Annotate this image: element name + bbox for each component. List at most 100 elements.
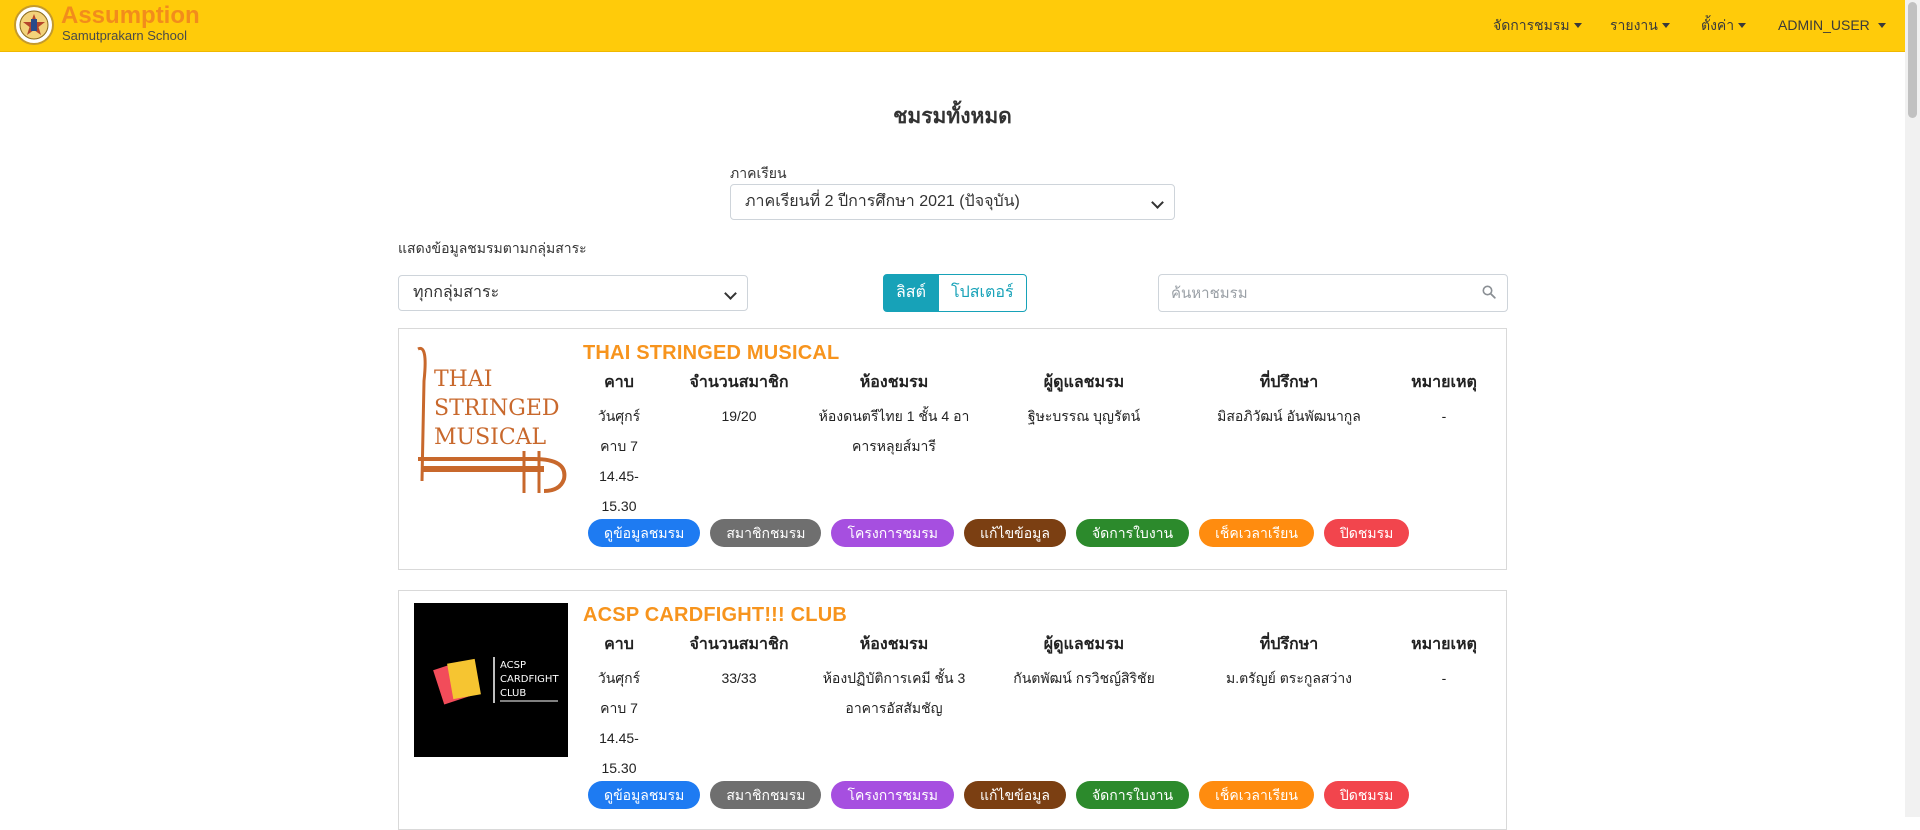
- check-attendance-button[interactable]: เช็คเวลาเรียน: [1199, 519, 1314, 547]
- club-logo-thai-stringed[interactable]: THAI STRINGED MUSICAL: [414, 341, 568, 495]
- club-action-buttons: ดูข้อมูลชมรม สมาชิกชมรม โครงการชมรม แก้ไ…: [588, 519, 1410, 547]
- semester-label: ภาคเรียน: [730, 165, 787, 181]
- period-time-start: 14.45-: [599, 730, 639, 746]
- period-slot: คาบ 7: [600, 438, 638, 454]
- col-room: ห้องชมรม ห้องดนตรีไทย 1 ชั้น 4 อา คารหลุ…: [809, 371, 979, 461]
- edit-club-button[interactable]: แก้ไขข้อมูล: [964, 519, 1066, 547]
- scrollbar-track[interactable]: [1905, 0, 1920, 817]
- members-value: 33/33: [721, 670, 757, 686]
- col-header-advisor: ที่ปรึกษา: [1259, 636, 1319, 653]
- nav-settings[interactable]: ตั้งค่า: [1701, 15, 1747, 35]
- top-navbar: Assumption Samutprakarn School จัดการชมร…: [0, 0, 1905, 52]
- nav-settings-label: ตั้งค่า: [1701, 17, 1735, 33]
- chevron-down-icon: [1573, 23, 1582, 28]
- col-advisor: ที่ปรึกษา ม.ตรัญย์ ตระกูลสว่าง: [1189, 633, 1389, 693]
- note-value: -: [1441, 408, 1447, 424]
- col-period: คาบ วันศุกร์ คาบ 7 14.45- 15.30: [584, 371, 654, 521]
- club-projects-button[interactable]: โครงการชมรม: [831, 519, 955, 547]
- group-filter-label: แสดงข้อมูลชมรมตามกลุ่มสาระ: [398, 240, 587, 256]
- col-header-note: หมายเหตุ: [1411, 374, 1477, 391]
- supervisor-value: กันตพัฒน์ กรวิชญ์สิริชัย: [1013, 670, 1155, 686]
- col-header-members: จำนวนสมาชิก: [689, 636, 789, 653]
- scrollbar-thumb[interactable]: [1908, 2, 1917, 118]
- col-note: หมายเหตุ -: [1399, 633, 1489, 693]
- view-poster-button[interactable]: โปสเตอร์: [938, 274, 1027, 312]
- page-title: ชมรมทั้งหมด: [893, 105, 1012, 128]
- col-header-advisor: ที่ปรึกษา: [1259, 374, 1319, 391]
- supervisor-value: ฐิษะบรรณ บุญรัตน์: [1027, 408, 1141, 424]
- col-supervisor: ผู้ดูแลชมรม กันตพัฒน์ กรวิชญ์สิริชัย: [989, 633, 1179, 693]
- note-value: -: [1441, 670, 1447, 686]
- nav-user-menu[interactable]: ADMIN_USER: [1778, 15, 1886, 35]
- nav-manage-club[interactable]: จัดการชมรม: [1493, 15, 1582, 35]
- period-value: วันศุกร์ คาบ 7 14.45- 15.30: [584, 663, 654, 783]
- chevron-down-icon: [1661, 23, 1670, 28]
- check-attendance-button[interactable]: เช็คเวลาเรียน: [1199, 781, 1314, 809]
- chevron-down-icon: [724, 287, 737, 300]
- close-club-button[interactable]: ปิดชมรม: [1323, 781, 1410, 809]
- school-logo-icon[interactable]: [14, 5, 54, 45]
- nav-reports[interactable]: รายงาน: [1610, 15, 1670, 35]
- view-club-button[interactable]: ดูข้อมูลชมรม: [588, 519, 701, 547]
- chevron-down-icon: [1738, 23, 1747, 28]
- period-time-start: 14.45-: [599, 468, 639, 484]
- club-logo-cardfight[interactable]: ACSP CARDFIGHT CLUB: [414, 603, 568, 757]
- period-day: วันศุกร์: [597, 670, 641, 686]
- club-members-button[interactable]: สมาชิกชมรม: [710, 781, 822, 809]
- col-period: คาบ วันศุกร์ คาบ 7 14.45- 15.30: [584, 633, 654, 783]
- col-members: จำนวนสมาชิก 19/20: [674, 371, 804, 431]
- search-icon[interactable]: [1482, 285, 1496, 299]
- club-members-button[interactable]: สมาชิกชมรม: [710, 519, 822, 547]
- col-advisor: ที่ปรึกษา มิสอภิวัฒน์ อันพัฒนากูล: [1189, 371, 1389, 431]
- period-value: วันศุกร์ คาบ 7 14.45- 15.30: [584, 401, 654, 521]
- club-logo-text: CLUB: [500, 688, 526, 699]
- club-name[interactable]: ACSP CARDFIGHT!!! CLUB: [583, 604, 847, 627]
- col-header-period: คาบ: [604, 636, 634, 653]
- room-value: ห้องดนตรีไทย 1 ชั้น 4 อา คารหลุยส์มารี: [809, 401, 979, 461]
- col-note: หมายเหตุ -: [1399, 371, 1489, 431]
- edit-club-button[interactable]: แก้ไขข้อมูล: [964, 781, 1066, 809]
- room-line: ห้องปฏิบัติการเคมี ชั้น 3: [822, 670, 966, 686]
- view-list-button[interactable]: ลิสต์: [883, 274, 939, 312]
- club-card: ACSP CARDFIGHT CLUB ACSP CARDFIGHT!!! CL…: [398, 590, 1507, 830]
- col-header-room: ห้องชมรม: [859, 636, 929, 653]
- close-club-button[interactable]: ปิดชมรม: [1323, 519, 1410, 547]
- semester-select[interactable]: ภาคเรียนที่ 2 ปีการศึกษา 2021 (ปัจจุบัน): [730, 184, 1175, 220]
- view-club-button[interactable]: ดูข้อมูลชมรม: [588, 781, 701, 809]
- col-header-supervisor: ผู้ดูแลชมรม: [1043, 636, 1125, 653]
- club-projects-button[interactable]: โครงการชมรม: [831, 781, 955, 809]
- nav-manage-club-label: จัดการชมรม: [1493, 17, 1570, 33]
- col-members: จำนวนสมาชิก 33/33: [674, 633, 804, 693]
- members-value: 19/20: [721, 408, 757, 424]
- room-line: อาคารอัสสัมชัญ: [845, 700, 943, 716]
- col-header-period: คาบ: [604, 374, 634, 391]
- room-value: ห้องปฏิบัติการเคมี ชั้น 3 อาคารอัสสัมชัญ: [809, 663, 979, 723]
- brand-subtitle: Samutprakarn School: [62, 28, 188, 43]
- period-time-end: 15.30: [601, 760, 637, 776]
- room-line: ห้องดนตรีไทย 1 ชั้น 4 อา: [818, 408, 970, 424]
- club-logo-text: ACSP: [500, 660, 526, 671]
- col-header-supervisor: ผู้ดูแลชมรม: [1043, 374, 1125, 391]
- manage-worksheets-button[interactable]: จัดการใบงาน: [1075, 781, 1190, 809]
- club-action-buttons: ดูข้อมูลชมรม สมาชิกชมรม โครงการชมรม แก้ไ…: [588, 781, 1410, 809]
- col-header-room: ห้องชมรม: [859, 374, 929, 391]
- col-header-note: หมายเหตุ: [1411, 636, 1477, 653]
- club-card: THAI STRINGED MUSICAL THAI STRINGED MUSI…: [398, 328, 1507, 570]
- col-header-members: จำนวนสมาชิก: [689, 374, 789, 391]
- club-search-input[interactable]: [1158, 274, 1508, 312]
- group-filter-select[interactable]: ทุกกลุ่มสาระ: [398, 275, 748, 311]
- manage-worksheets-button[interactable]: จัดการใบงาน: [1075, 519, 1190, 547]
- club-logo-text: STRINGED: [434, 396, 560, 421]
- period-day: วันศุกร์: [597, 408, 641, 424]
- club-logo-text: THAI: [434, 367, 492, 392]
- brand-name[interactable]: Assumption: [61, 2, 200, 30]
- club-logo-text: MUSICAL: [434, 425, 547, 450]
- club-logo-text: CARDFIGHT: [500, 674, 559, 685]
- period-slot: คาบ 7: [600, 700, 638, 716]
- club-name[interactable]: THAI STRINGED MUSICAL: [583, 342, 839, 365]
- period-time-end: 15.30: [601, 498, 637, 514]
- chevron-down-icon: [1151, 196, 1164, 209]
- semester-select-value: ภาคเรียนที่ 2 ปีการศึกษา 2021 (ปัจจุบัน): [745, 193, 1020, 210]
- nav-user-label: ADMIN_USER: [1778, 17, 1870, 33]
- room-line: คารหลุยส์มารี: [852, 438, 936, 454]
